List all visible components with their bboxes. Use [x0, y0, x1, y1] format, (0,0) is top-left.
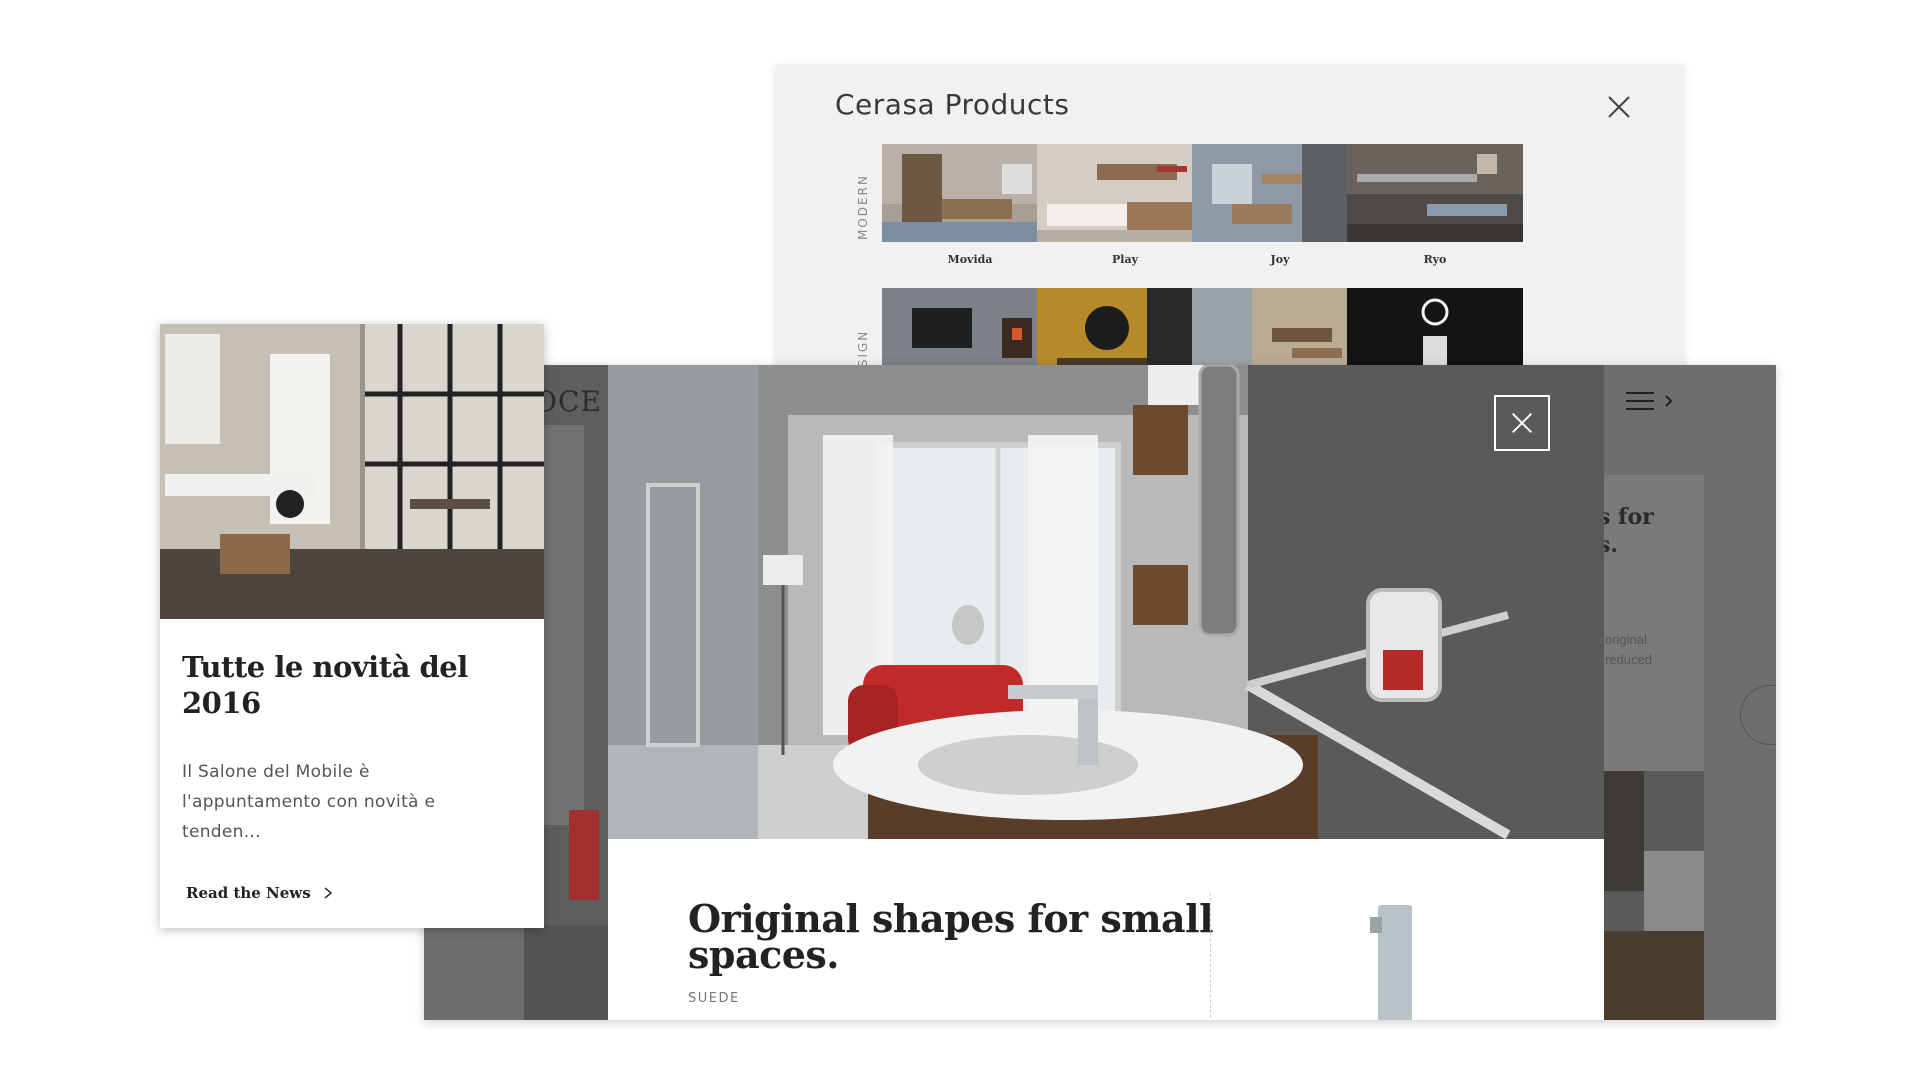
site-product-image [1604, 771, 1704, 1020]
news-body: Il Salone del Mobile è l'appuntamento co… [182, 762, 436, 842]
lightbox-title: Original shapes for small spaces. [688, 896, 1214, 977]
carousel-next-button[interactable] [1740, 685, 1776, 745]
product-label-movida: Movida [947, 253, 993, 266]
products-panel: Cerasa Products MODERN DESIGN Movida Pla… [776, 64, 1684, 384]
news-title: Tutte le novità del 2016 [182, 650, 468, 720]
divider [1210, 893, 1211, 1020]
product-label-ryo: Ryo [1423, 253, 1447, 266]
product-image [1370, 905, 1412, 1020]
product-thumb-play[interactable] [1037, 144, 1213, 242]
site-logo[interactable]: OCE [534, 385, 602, 418]
products-title: Cerasa Products [835, 88, 1070, 121]
product-label-joy: Joy [1270, 253, 1290, 266]
lightbox-subtitle: SUEDE [688, 991, 740, 1006]
row-label-modern: MODERN [856, 174, 870, 240]
close-icon[interactable] [1494, 395, 1550, 451]
read-news-link[interactable]: Read the News [186, 884, 333, 902]
lightbox-hero-image [608, 365, 1604, 839]
read-news-label: Read the News [186, 884, 311, 902]
product-thumb-movida[interactable] [882, 144, 1058, 242]
news-image [160, 324, 544, 619]
product-thumb-ryo[interactable] [1347, 144, 1523, 242]
product-label-play: Play [1112, 253, 1138, 266]
close-icon[interactable] [1606, 94, 1632, 120]
product-thumb-joy[interactable] [1192, 144, 1368, 242]
news-card: Tutte le novità del 2016 Il Salone del M… [160, 324, 544, 928]
hamburger-icon[interactable] [1626, 391, 1680, 411]
lightbox-modal: Original shapes for small spaces. SUEDE [608, 365, 1604, 1020]
chevron-right-icon [324, 887, 332, 899]
